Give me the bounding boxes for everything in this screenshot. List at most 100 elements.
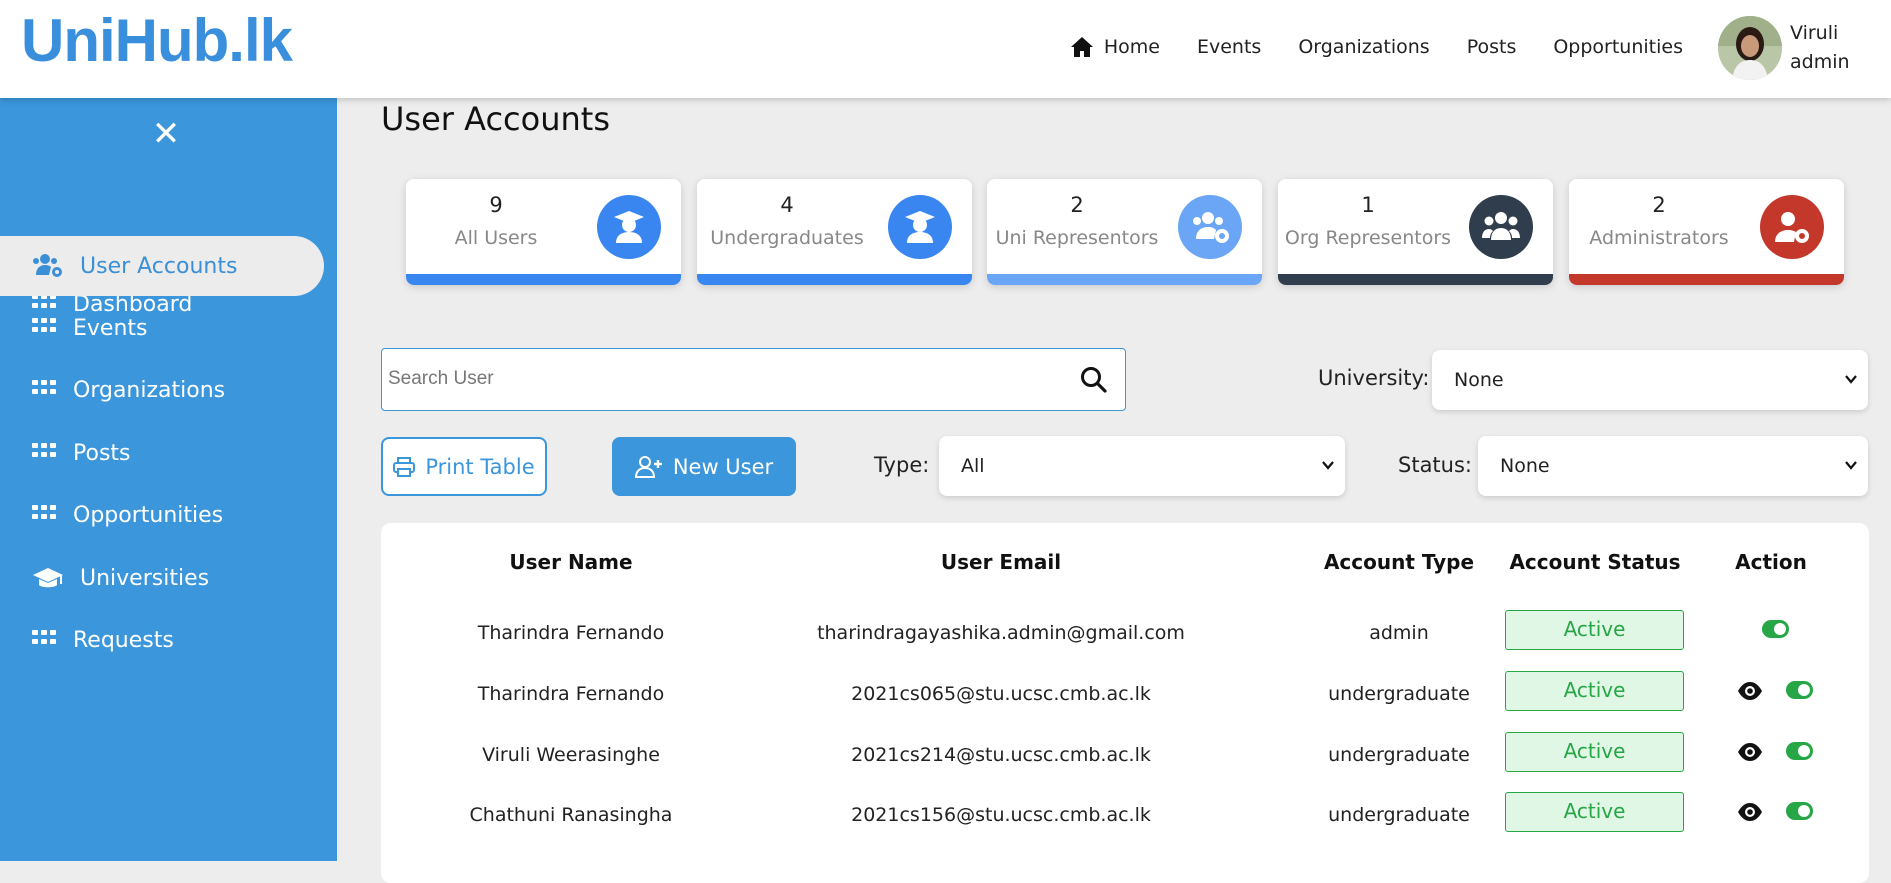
- header-action: Action: [1735, 550, 1807, 574]
- eye-icon[interactable]: [1737, 802, 1763, 822]
- cell-user-email: 2021cs156@stu.ucsc.cmb.ac.lk: [851, 804, 1151, 826]
- stat-bar: [406, 274, 681, 285]
- header-account-status[interactable]: Account Status: [1495, 550, 1695, 574]
- printer-icon: [393, 456, 416, 477]
- type-label: Type:: [874, 453, 930, 477]
- stat-label: Undergraduates: [710, 227, 864, 249]
- grid-icon: [32, 443, 56, 457]
- table-row[interactable]: Tharindra Fernando 2021cs065@stu.ucsc.cm…: [381, 665, 1869, 726]
- home-icon: [1070, 37, 1093, 57]
- grid-icon: [32, 318, 56, 332]
- status-toggle[interactable]: [1762, 620, 1789, 638]
- cell-user-email: 2021cs065@stu.ucsc.cmb.ac.lk: [851, 683, 1151, 705]
- sidebar-item-events[interactable]: Events: [0, 298, 324, 358]
- user-profile[interactable]: Viruli admin: [1718, 16, 1850, 80]
- top-nav: Home Events Organizations Posts Opportun…: [1033, 36, 1683, 58]
- search-box: [381, 348, 1126, 411]
- nav-opportunities[interactable]: Opportunities: [1553, 36, 1683, 58]
- status-toggle[interactable]: [1786, 681, 1813, 699]
- cell-user-email: 2021cs214@stu.ucsc.cmb.ac.lk: [851, 744, 1151, 766]
- stat-label: Administrators: [1589, 227, 1729, 249]
- stat-card-all-users[interactable]: 9 All Users: [406, 179, 681, 285]
- avatar-image: [1718, 16, 1782, 80]
- chevron-down-icon: [1322, 461, 1334, 470]
- stat-card-undergraduates[interactable]: 4 Undergraduates: [697, 179, 972, 285]
- nav-organizations[interactable]: Organizations: [1298, 36, 1429, 58]
- university-select[interactable]: None: [1432, 350, 1868, 410]
- nav-home-label: Home: [1103, 36, 1160, 58]
- sidebar-item-requests[interactable]: Requests: [0, 610, 324, 670]
- close-icon[interactable]: ✕: [150, 117, 182, 151]
- app-logo[interactable]: UniHub.lk: [21, 6, 293, 75]
- status-badge: Active: [1505, 671, 1684, 711]
- user-plus-icon: [634, 455, 662, 478]
- stat-count: 2: [1070, 193, 1084, 217]
- eye-icon[interactable]: [1737, 681, 1763, 701]
- status-badge: Active: [1505, 792, 1684, 832]
- stat-card-administrators[interactable]: 2 Administrators: [1569, 179, 1844, 285]
- header-user-email[interactable]: User Email: [851, 550, 1151, 574]
- grid-icon: [32, 380, 56, 394]
- user-table: User Name User Email Account Type Accoun…: [381, 523, 1869, 883]
- stat-card-org-representors[interactable]: 1 Org Representors: [1278, 179, 1553, 285]
- sidebar: ✕ Dashboard User Accounts Events Organiz…: [0, 98, 337, 861]
- search-icon[interactable]: [1079, 365, 1107, 393]
- stat-bar: [1569, 274, 1844, 285]
- grid-icon: [32, 630, 56, 644]
- cell-account-type: undergraduate: [1328, 804, 1470, 826]
- sidebar-item-label: User Accounts: [80, 253, 238, 279]
- search-input[interactable]: [388, 349, 1048, 409]
- avatar[interactable]: [1718, 16, 1782, 80]
- sidebar-item-label: Organizations: [73, 377, 226, 403]
- sidebar-item-label: Requests: [73, 627, 174, 653]
- sidebar-item-opportunities[interactable]: Opportunities: [0, 485, 324, 545]
- stat-bar: [1278, 274, 1553, 285]
- stat-bar: [987, 274, 1262, 285]
- type-select-value: All: [961, 455, 985, 477]
- user-graduate-icon: [888, 195, 952, 259]
- users-cog-icon: [33, 254, 62, 277]
- table-row[interactable]: Tharindra Fernando tharindragayashika.ad…: [381, 604, 1869, 665]
- status-badge: Active: [1505, 732, 1684, 772]
- sidebar-item-posts[interactable]: Posts: [0, 423, 324, 483]
- stat-count: 9: [489, 193, 503, 217]
- status-badge: Active: [1505, 610, 1684, 650]
- status-toggle[interactable]: [1786, 802, 1813, 820]
- status-toggle[interactable]: [1786, 742, 1813, 760]
- sidebar-item-user-accounts[interactable]: User Accounts: [0, 236, 324, 296]
- cell-user-name: Chathuni Ranasingha: [469, 804, 673, 826]
- sidebar-item-universities[interactable]: Universities: [0, 548, 324, 608]
- sidebar-item-label: Universities: [80, 565, 210, 591]
- nav-events[interactable]: Events: [1197, 36, 1261, 58]
- grid-icon: [32, 505, 56, 519]
- header-user-name[interactable]: User Name: [461, 550, 681, 574]
- graduation-cap-icon: [33, 568, 63, 588]
- header-account-type[interactable]: Account Type: [1299, 550, 1499, 574]
- sidebar-item-label: Events: [73, 315, 148, 341]
- stat-label: All Users: [454, 227, 538, 249]
- status-label: Status:: [1398, 453, 1472, 477]
- table-row[interactable]: Chathuni Ranasingha 2021cs156@stu.ucsc.c…: [381, 786, 1869, 847]
- table-row[interactable]: Viruli Weerasinghe 2021cs214@stu.ucsc.cm…: [381, 726, 1869, 787]
- new-user-button[interactable]: New User: [612, 437, 796, 496]
- stat-bar: [697, 274, 972, 285]
- nav-home[interactable]: Home: [1070, 36, 1160, 58]
- page-title: User Accounts: [381, 100, 610, 138]
- user-graduate-icon: [597, 195, 661, 259]
- stat-count: 1: [1361, 193, 1375, 217]
- cell-user-name: Tharindra Fernando: [477, 683, 665, 705]
- cell-account-type: admin: [1369, 622, 1429, 644]
- user-cog-icon: [1760, 195, 1824, 259]
- stat-label: Uni Representors: [995, 227, 1159, 249]
- nav-posts[interactable]: Posts: [1467, 36, 1517, 58]
- stat-card-uni-representors[interactable]: 2 Uni Representors: [987, 179, 1262, 285]
- status-select[interactable]: None: [1478, 436, 1868, 496]
- stat-count: 2: [1652, 193, 1666, 217]
- sidebar-item-organizations[interactable]: Organizations: [0, 360, 324, 420]
- print-table-button[interactable]: Print Table: [381, 437, 547, 496]
- chevron-down-icon: [1845, 461, 1857, 470]
- stat-count: 4: [780, 193, 794, 217]
- type-select[interactable]: All: [939, 436, 1345, 496]
- chevron-down-icon: [1845, 375, 1857, 384]
- eye-icon[interactable]: [1737, 742, 1763, 762]
